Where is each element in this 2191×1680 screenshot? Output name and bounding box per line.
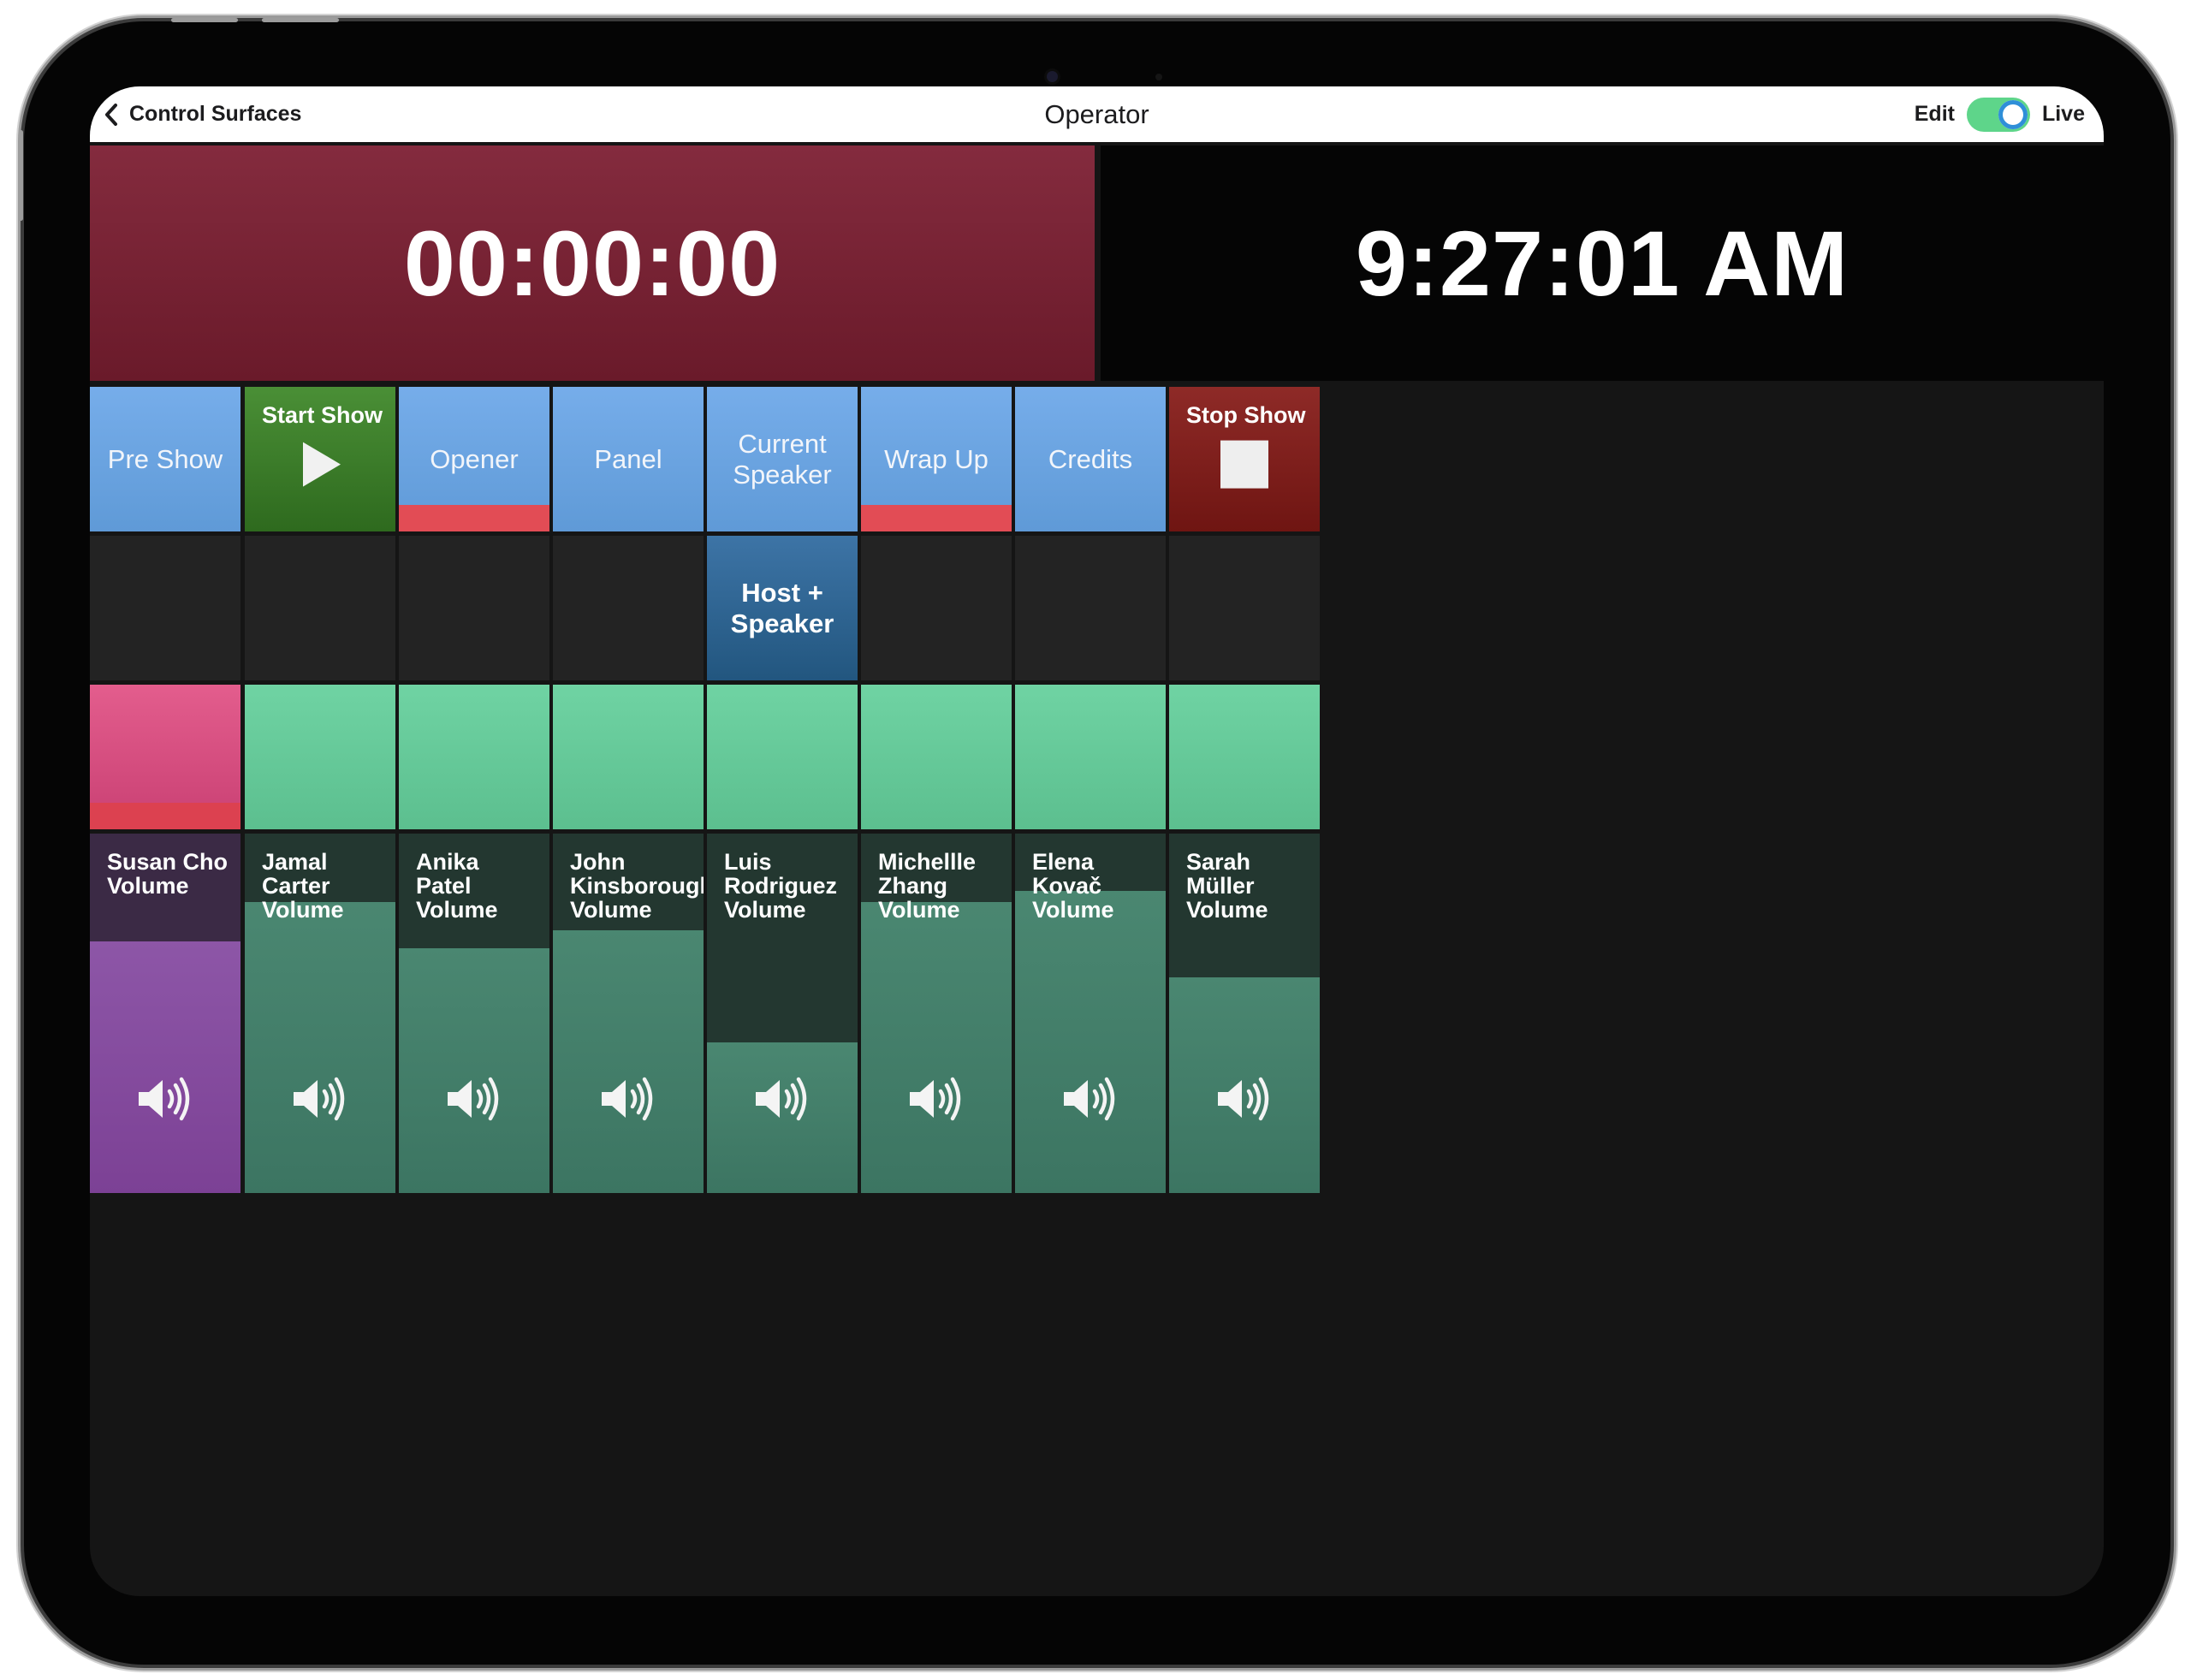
volume-fader-label: Susan Cho Volume	[107, 849, 229, 899]
cue-button-label: Host + Speaker	[730, 577, 834, 638]
volume-fader-luis-rodriguez-volume[interactable]: Luis Rodriguez Volume	[707, 834, 858, 1193]
stop-icon	[1220, 440, 1268, 489]
stop-show-button[interactable]: Stop Show	[1169, 387, 1320, 531]
edit-mode-label: Edit	[1914, 102, 1955, 126]
chevron-left-icon	[105, 103, 117, 126]
countdown-timer-text: 00:00:00	[403, 211, 781, 315]
empty-slot	[245, 536, 395, 680]
clock-display-text: 9:27:01 AM	[1355, 211, 1850, 315]
play-icon	[303, 442, 341, 487]
mint-cue-button[interactable]	[553, 685, 704, 829]
volume-fader-label: Luis Rodriguez Volume	[724, 849, 837, 923]
volume-level-fill	[90, 941, 240, 1193]
speaker-icon	[1064, 1077, 1115, 1121]
mint-cue-button[interactable]	[1169, 685, 1320, 829]
volume-fader-label: John Kinsborough Volume	[570, 849, 704, 923]
active-indicator	[90, 803, 240, 829]
volume-fader-sarah-muller-volume[interactable]: Sarah Müller Volume	[1169, 834, 1320, 1193]
volume-fader-michellle-zhang-volume[interactable]: Michellle Zhang Volume	[861, 834, 1012, 1193]
mint-cue-button[interactable]	[1015, 685, 1166, 829]
volume-fader-anika-patel-volume[interactable]: Anika Patel Volume	[399, 834, 549, 1193]
empty-slot	[399, 536, 549, 680]
stop-show-label: Stop Show	[1186, 402, 1306, 428]
empty-slot	[90, 536, 240, 680]
speaker-icon	[1218, 1077, 1269, 1121]
empty-slot	[553, 536, 704, 680]
live-mode-label: Live	[2041, 102, 2085, 126]
app-screen: Control Surfaces Operator Edit Live 00:0…	[90, 86, 2104, 1596]
sensor-dot	[1155, 74, 1162, 80]
cue-button-label: Credits	[1048, 443, 1133, 474]
power-button	[262, 18, 339, 22]
mint-cue-button[interactable]	[861, 685, 1012, 829]
volume-fader-label: Jamal Carter Volume	[262, 849, 344, 923]
cue-button-panel[interactable]: Panel	[553, 387, 704, 531]
toggle-knob	[1998, 99, 2028, 129]
cue-button-wrap-up[interactable]: Wrap Up	[861, 387, 1012, 531]
active-indicator	[861, 505, 1012, 531]
volume-fader-label: Elena Kovač Volume	[1032, 849, 1114, 923]
side-button	[19, 130, 23, 221]
start-show-button[interactable]: Start Show	[245, 387, 395, 531]
back-button[interactable]: Control Surfaces	[102, 86, 301, 142]
active-indicator	[399, 505, 549, 531]
mint-cue-button[interactable]	[707, 685, 858, 829]
speaker-icon	[139, 1077, 190, 1121]
volume-button	[171, 18, 238, 22]
mint-cue-button[interactable]	[245, 685, 395, 829]
volume-fader-label: Sarah Müller Volume	[1186, 849, 1268, 923]
speaker-icon	[448, 1077, 499, 1121]
volume-level-fill	[399, 948, 549, 1193]
cue-button-host-speaker[interactable]: Host + Speaker	[707, 536, 858, 680]
mint-cue-button[interactable]	[399, 685, 549, 829]
navigation-bar: Control Surfaces Operator Edit Live	[90, 86, 2104, 142]
cue-button-opener[interactable]: Opener	[399, 387, 549, 531]
speaker-icon	[602, 1077, 653, 1121]
volume-fader-elena-kovac-volume[interactable]: Elena Kovač Volume	[1015, 834, 1166, 1193]
volume-fader-label: Anika Patel Volume	[416, 849, 498, 923]
pink-cue-button[interactable]	[90, 685, 240, 829]
volume-fader-label: Michellle Zhang Volume	[878, 849, 977, 923]
start-show-label: Start Show	[262, 402, 383, 428]
page-title: Operator	[1044, 99, 1149, 129]
speaker-icon	[294, 1077, 345, 1121]
countdown-timer: 00:00:00	[90, 145, 1095, 381]
volume-fader-john-kinsborough-volume[interactable]: John Kinsborough Volume	[553, 834, 704, 1193]
volume-level-fill	[553, 930, 704, 1193]
cue-button-label: Panel	[594, 443, 662, 474]
cue-button-pre-show[interactable]: Pre Show	[90, 387, 240, 531]
empty-slot	[1169, 536, 1320, 680]
clock-display: 9:27:01 AM	[1101, 145, 2104, 381]
speaker-icon	[756, 1077, 807, 1121]
cue-button-current-speaker[interactable]: Current Speaker	[707, 387, 858, 531]
volume-level-fill	[1015, 891, 1166, 1193]
volume-fader-susan-cho-volume[interactable]: Susan Cho Volume	[90, 834, 240, 1193]
edit-live-toggle[interactable]	[1966, 97, 2030, 132]
empty-slot	[1015, 536, 1166, 680]
back-button-label: Control Surfaces	[129, 102, 302, 126]
control-grid: Pre Show Start Show Opener Panel Current Spe…	[90, 387, 2104, 1596]
speaker-icon	[910, 1077, 961, 1121]
empty-slot	[861, 536, 1012, 680]
volume-level-fill	[861, 901, 1012, 1193]
cue-button-label: Current Speaker	[733, 428, 832, 490]
front-camera	[1047, 71, 1058, 82]
cue-button-label: Pre Show	[107, 443, 223, 474]
volume-level-fill	[245, 901, 395, 1193]
mode-switch: Edit Live	[1915, 86, 2085, 142]
cue-button-credits[interactable]: Credits	[1015, 387, 1166, 531]
volume-fader-jamal-carter-volume[interactable]: Jamal Carter Volume	[245, 834, 395, 1193]
